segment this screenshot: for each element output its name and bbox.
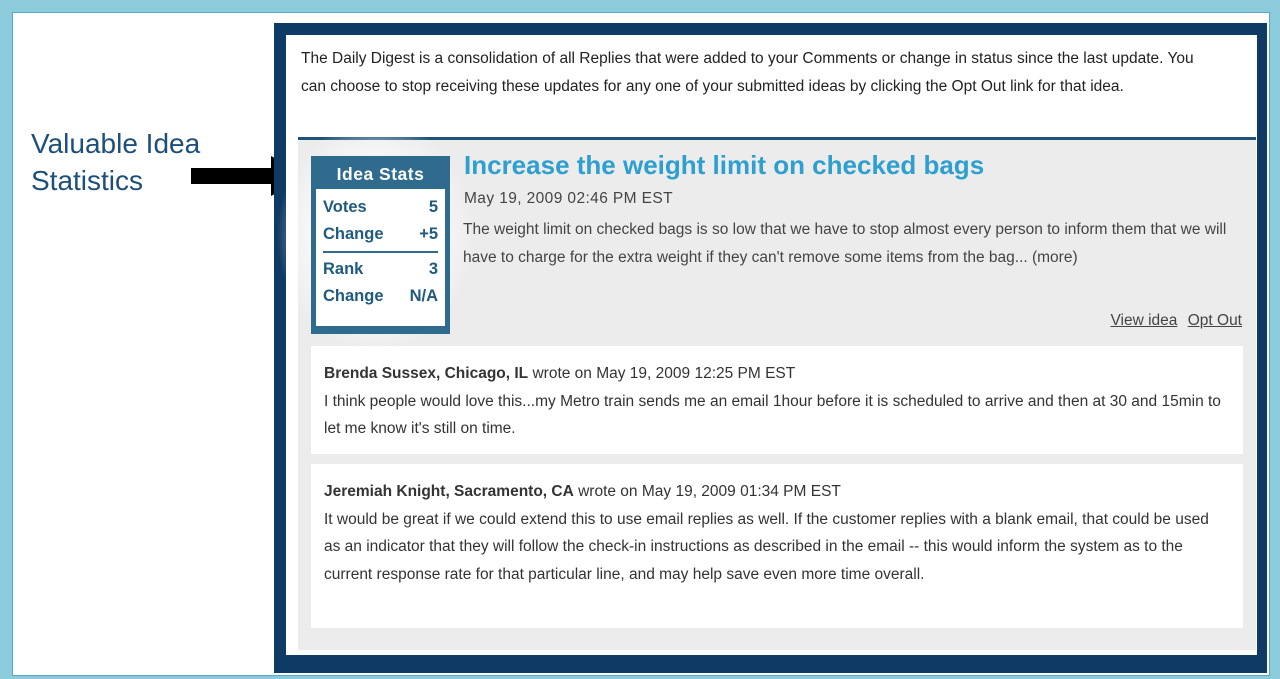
idea-stats-box: Idea Stats Votes 5 Change +5 Rank 3 Chan… [311,156,450,334]
reply-author: Jeremiah Knight, Sacramento, CA [324,483,574,500]
idea-stats-title: Idea Stats [336,164,425,184]
reply-card: Brenda Sussex, Chicago, IL wrote on May … [311,346,1243,454]
idea-date: May 19, 2009 02:46 PM EST [464,190,674,207]
stat-separator [323,251,438,253]
stat-row-rank-change: Change N/A [323,284,438,311]
stat-value: +5 [419,225,438,243]
stat-label: Rank [323,260,364,278]
stat-value: 3 [428,260,438,278]
reply-text: It would be great if we could extend thi… [324,510,1209,583]
stat-row-votes: Votes 5 [323,195,438,222]
idea-stats-table: Votes 5 Change +5 Rank 3 Change N/A [316,189,445,326]
stat-row-rank: Rank 3 [323,257,438,284]
intro-text: The Daily Digest is a consolidation of a… [301,50,1194,95]
opt-out-link[interactable]: Opt Out [1188,312,1242,329]
stat-label: Change [323,287,384,305]
stat-label: Votes [323,198,367,216]
reply-card: Jeremiah Knight, Sacramento, CA wrote on… [311,464,1243,628]
stat-row-votes-change: Change +5 [323,222,438,249]
callout-label: Valuable Idea Statistics [31,125,200,199]
stat-label: Change [323,225,384,243]
callout-line-2: Statistics [31,165,144,196]
view-idea-link[interactable]: View idea [1110,312,1177,329]
callout-line-1: Valuable Idea [31,128,201,159]
reply-meta: wrote on May 19, 2009 01:34 PM EST [573,483,841,500]
reply-meta: wrote on May 19, 2009 12:25 PM EST [528,365,796,382]
idea-title[interactable]: Increase the weight limit on checked bag… [464,150,984,181]
reply-author: Brenda Sussex, Chicago, IL [324,365,529,382]
reply-text: I think people would love this...my Metr… [324,392,1221,438]
reply-header: Brenda Sussex, Chicago, IL wrote on May … [324,360,1229,388]
reply-header: Jeremiah Knight, Sacramento, CA wrote on… [324,478,1229,506]
stat-value: N/A [409,287,438,305]
idea-links: View idea Opt Out [1104,312,1242,330]
idea-description: The weight limit on checked bags is so l… [463,221,1227,266]
stat-value: 5 [428,198,438,216]
